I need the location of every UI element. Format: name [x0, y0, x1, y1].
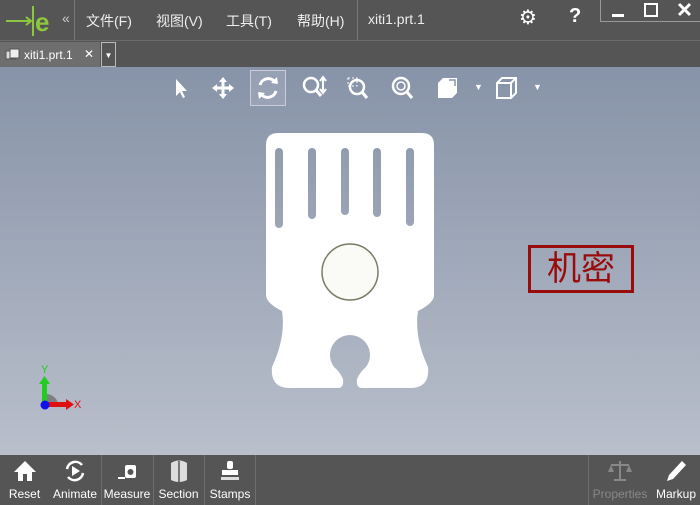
- x-axis-label: X: [74, 399, 82, 411]
- tab-label: xiti1.prt.1: [24, 48, 73, 62]
- measure-button[interactable]: Measure: [102, 455, 152, 505]
- properties-button[interactable]: Properties: [590, 455, 650, 505]
- menu-view[interactable]: 视图(V): [156, 11, 203, 31]
- app-logo-icon: e: [6, 6, 49, 36]
- confidential-stamp[interactable]: 机密: [528, 245, 634, 293]
- tab-xiti1[interactable]: xiti1.prt.1 ✕: [0, 42, 100, 68]
- part-icon: [5, 48, 20, 60]
- menu-help[interactable]: 帮助(H): [297, 11, 344, 31]
- menu-tools[interactable]: 工具(T): [226, 11, 272, 31]
- svg-text:e: e: [35, 7, 49, 36]
- gear-icon[interactable]: ⚙: [519, 5, 537, 30]
- help-icon[interactable]: ?: [569, 5, 581, 28]
- y-axis-label: Y: [41, 364, 49, 376]
- divider: [74, 0, 75, 40]
- section-button[interactable]: Section: [154, 455, 203, 505]
- divider: [255, 455, 256, 505]
- menu-file[interactable]: 文件(F): [86, 11, 132, 31]
- divider: [588, 455, 589, 505]
- home-icon: [2, 455, 47, 487]
- window-controls: [600, 0, 700, 22]
- bottom-toolbar: Reset Animate Measure Section Stamps Pro…: [0, 455, 700, 505]
- pencil-icon: [652, 455, 700, 487]
- divider: [357, 0, 358, 40]
- measure-icon: [102, 455, 152, 487]
- tab-dropdown-button[interactable]: ▼: [101, 42, 116, 67]
- stamp-icon: [205, 455, 255, 487]
- title-bar: e « 文件(F) 视图(V) 工具(T) 帮助(H) xiti1.prt.1 …: [0, 0, 700, 40]
- animate-button[interactable]: Animate: [50, 455, 100, 505]
- collapse-button[interactable]: «: [62, 10, 70, 26]
- document-title: xiti1.prt.1: [368, 11, 425, 27]
- section-icon: [154, 455, 203, 487]
- tab-bar: xiti1.prt.1 ✕ ▼: [0, 40, 700, 68]
- close-tab-icon[interactable]: ✕: [84, 47, 94, 61]
- markup-button[interactable]: Markup: [652, 455, 700, 505]
- close-icon[interactable]: [677, 2, 692, 17]
- animate-icon: [50, 455, 100, 487]
- axis-triad: Y X: [39, 364, 82, 411]
- 3d-viewport[interactable]: ▼ ▼ 机密 Y X: [0, 67, 700, 455]
- maximize-icon[interactable]: [644, 3, 658, 17]
- scale-icon: [590, 455, 650, 487]
- reset-button[interactable]: Reset: [2, 455, 47, 505]
- window-buttons[interactable]: [609, 2, 699, 20]
- minimize-icon[interactable]: [612, 14, 624, 17]
- stamps-button[interactable]: Stamps: [205, 455, 255, 505]
- bore-hole: [321, 243, 379, 301]
